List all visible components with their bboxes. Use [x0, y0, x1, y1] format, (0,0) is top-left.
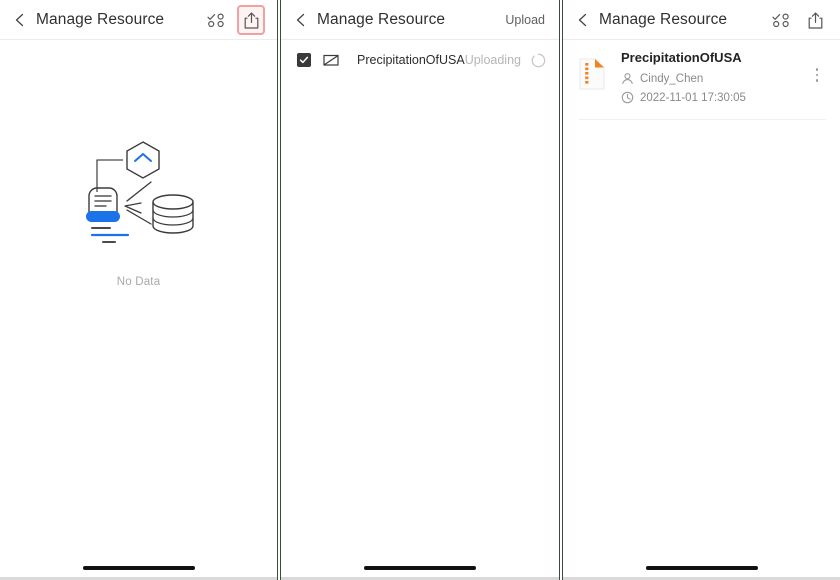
- image-file-icon: [323, 52, 339, 68]
- share-upload-button[interactable]: [237, 5, 265, 35]
- chevron-left-icon[interactable]: [10, 10, 30, 30]
- resource-owner-line: Cindy_Chen: [621, 72, 808, 85]
- upload-action-button[interactable]: Upload: [505, 13, 547, 27]
- home-indicator: [364, 566, 476, 570]
- upload-file-name: PrecipitationOfUSA: [357, 53, 465, 67]
- resource-list-item[interactable]: PrecipitationOfUSA Cindy_Chen 2022-11-01…: [563, 40, 840, 120]
- share-upload-icon: [244, 12, 258, 29]
- loading-spinner-icon: [531, 53, 546, 68]
- panel-empty-state: Manage Resource No Data: [0, 0, 277, 580]
- upload-status-label: Uploading: [464, 53, 521, 67]
- chevron-left-icon[interactable]: [291, 10, 311, 30]
- user-icon: [621, 72, 634, 85]
- no-data-illustration: [85, 141, 194, 243]
- upload-list-item[interactable]: PrecipitationOfUSA Uploading: [281, 40, 559, 80]
- empty-state-label: No Data: [116, 276, 161, 288]
- multi-select-icon[interactable]: [203, 7, 229, 33]
- resource-title: PrecipitationOfUSA: [621, 50, 742, 65]
- resource-time-line: 2022-11-01 17:30:05: [621, 91, 808, 104]
- resource-owner: Cindy_Chen: [640, 72, 704, 85]
- resource-time: 2022-11-01 17:30:05: [640, 91, 746, 104]
- three-panel-screenshot: Manage Resource No Data Manage Resource …: [0, 0, 840, 580]
- page-title: Manage Resource: [599, 11, 728, 28]
- header-actions-3: [768, 7, 828, 33]
- empty-state: No Data: [0, 140, 277, 288]
- zip-archive-icon: [579, 58, 605, 90]
- resource-meta: PrecipitationOfUSA Cindy_Chen 2022-11-01…: [621, 50, 808, 110]
- panel-resource-detail: Manage Resource PrecipitationOfUSA Cindy…: [563, 0, 840, 580]
- share-upload-button[interactable]: [802, 7, 828, 33]
- clock-icon: [621, 91, 634, 104]
- share-upload-icon: [808, 12, 822, 29]
- header-bar-1: Manage Resource: [0, 0, 277, 40]
- multi-select-icon[interactable]: [768, 7, 794, 33]
- home-indicator: [645, 566, 758, 570]
- header-actions-1: [203, 5, 265, 35]
- chevron-left-icon[interactable]: [573, 10, 593, 30]
- header-bar-2: Manage Resource Upload: [281, 0, 559, 40]
- header-bar-3: Manage Resource: [563, 0, 840, 40]
- home-indicator: [82, 566, 195, 570]
- checkbox-checked-icon[interactable]: [297, 53, 311, 67]
- panel-uploading: Manage Resource Upload PrecipitationOfUS…: [281, 0, 559, 580]
- page-title: Manage Resource: [317, 11, 446, 28]
- kebab-menu-icon[interactable]: [808, 62, 826, 88]
- page-title: Manage Resource: [36, 11, 165, 28]
